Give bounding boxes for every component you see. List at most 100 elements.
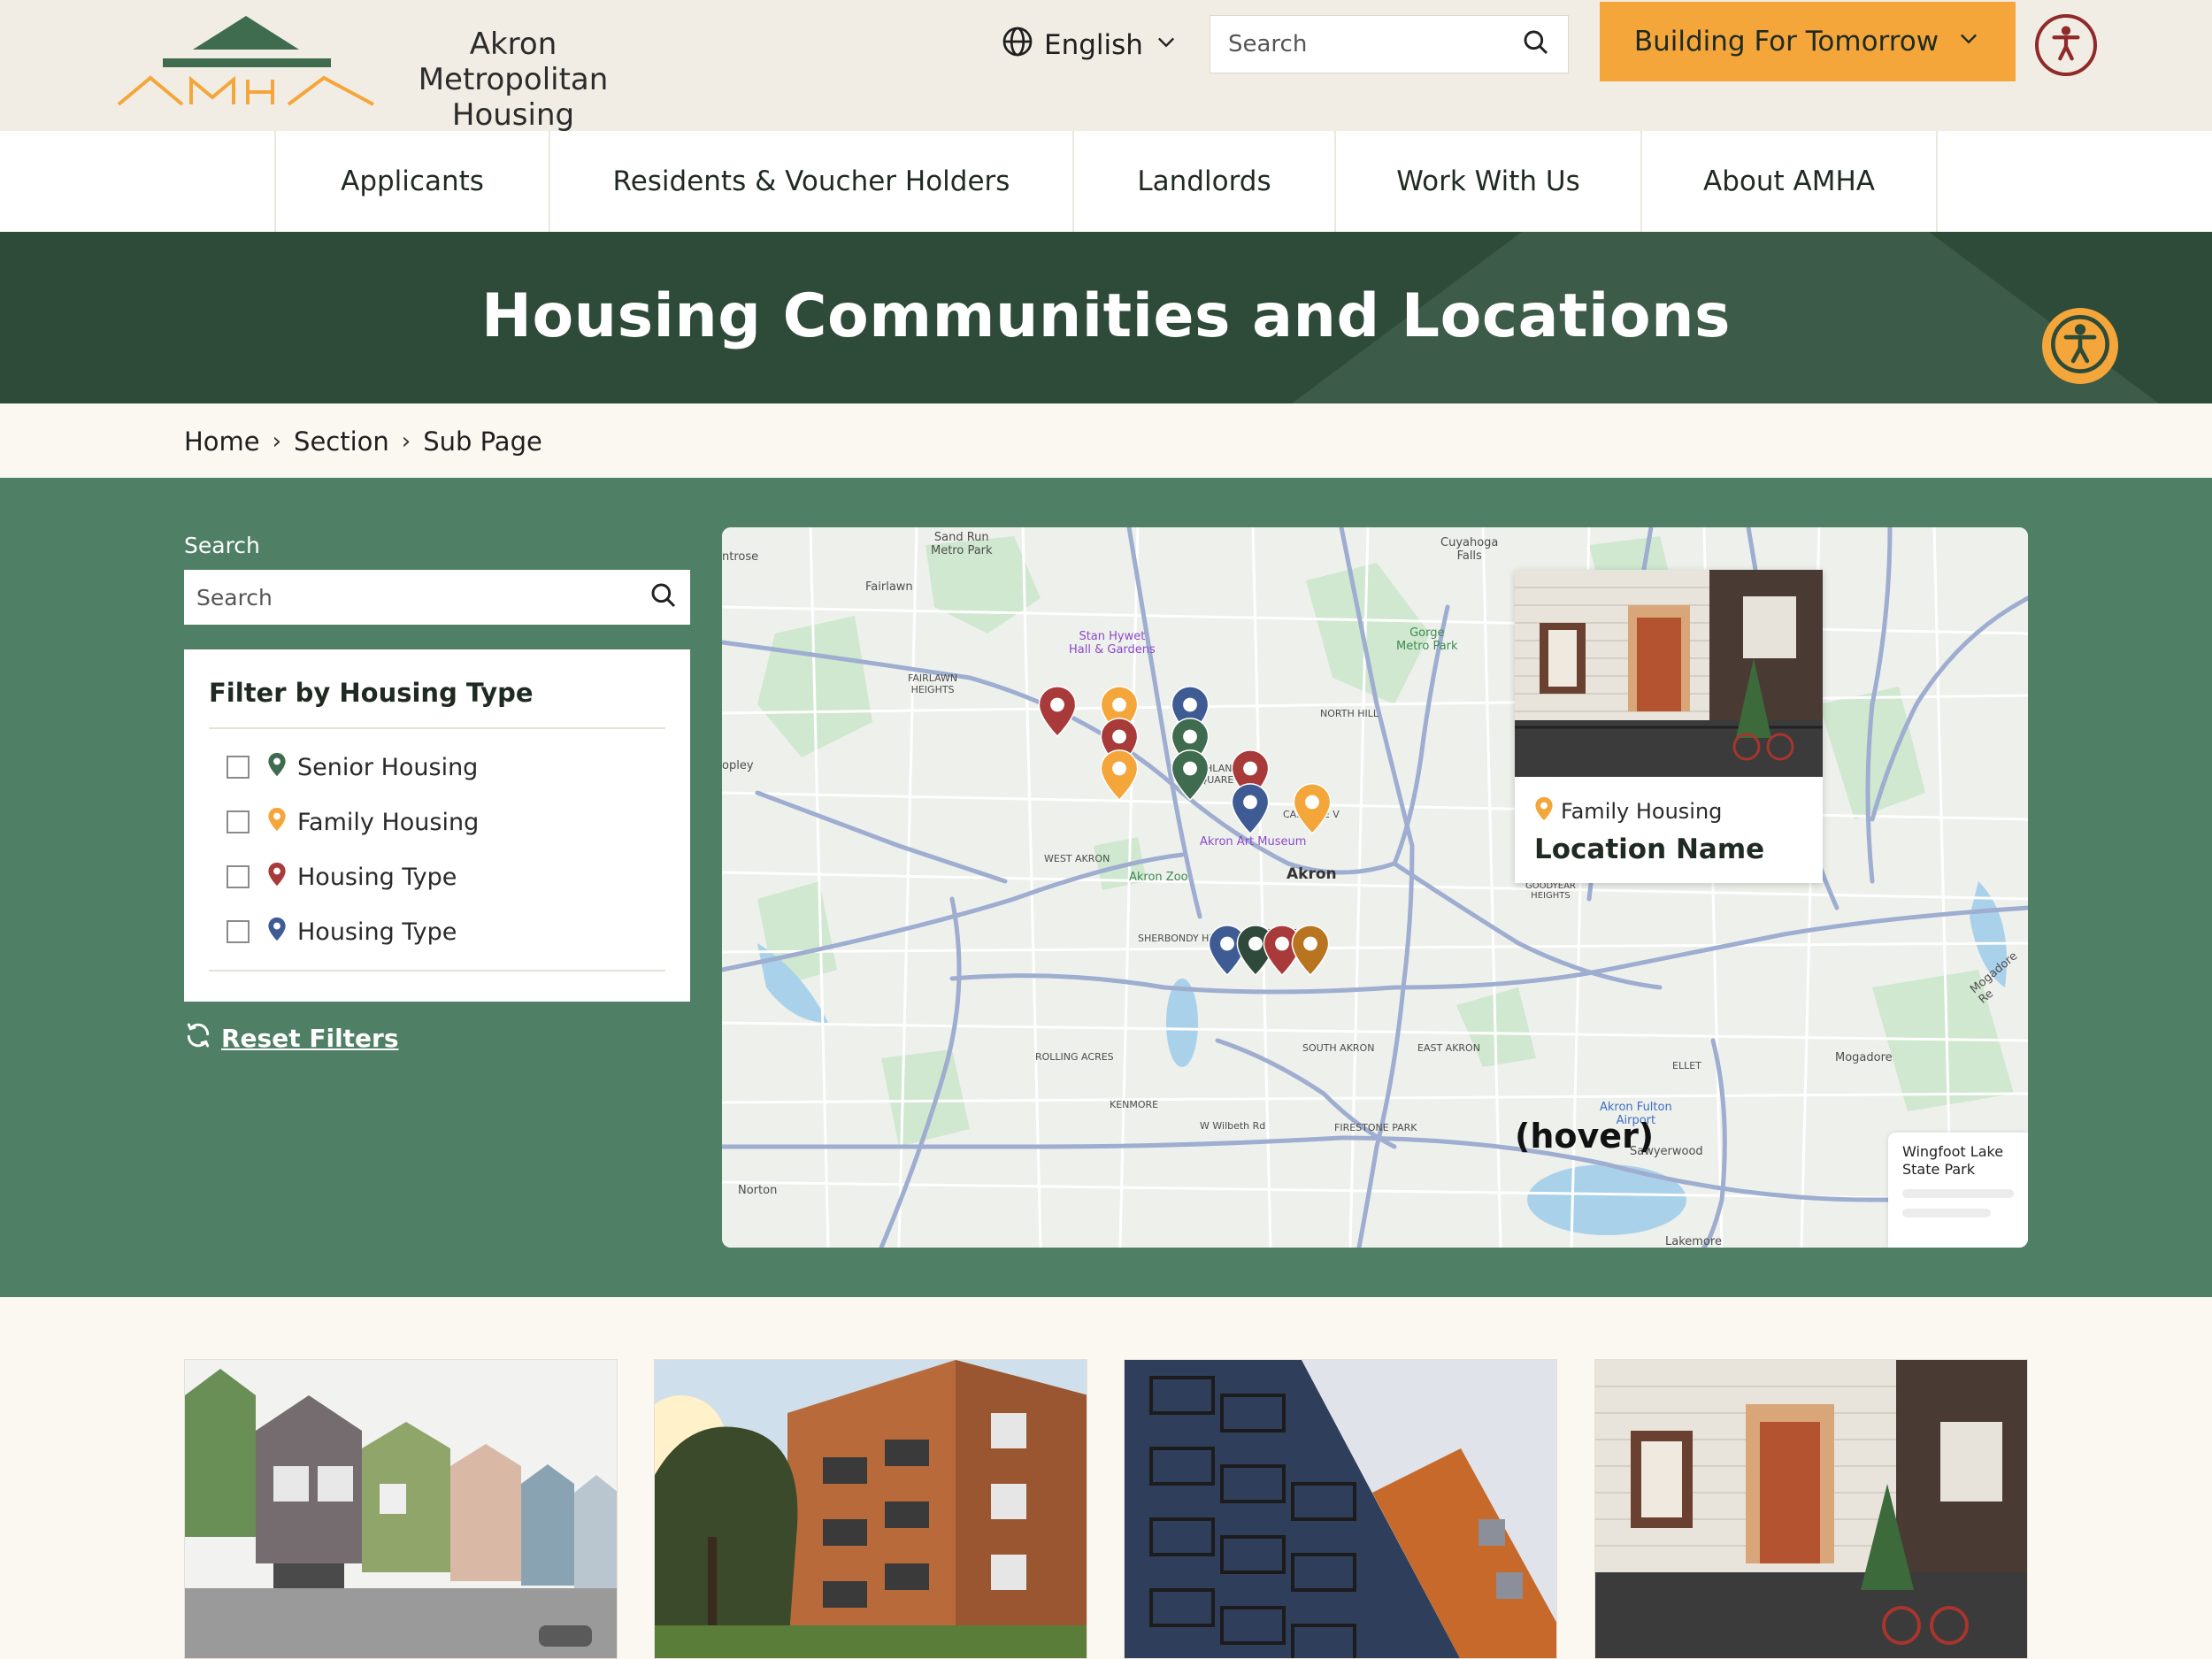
refresh-icon [184, 1021, 212, 1056]
housing-type-filter: Filter by Housing Type Senior Housing Fa… [184, 649, 690, 1002]
community-card[interactable] [1594, 1359, 2028, 1659]
map-label-sand-run: Sand Run Metro Park [931, 531, 993, 557]
search-label: Search [184, 533, 260, 558]
filter-housing-type-blue[interactable]: Housing Type [209, 904, 665, 959]
filter-checkbox[interactable] [227, 756, 250, 779]
map-label-art-museum: Akron Art Museum [1200, 835, 1307, 849]
location-photo [1515, 570, 1823, 777]
placeholder-line [1902, 1209, 1991, 1217]
map-label-akron-zoo: Akron Zoo [1129, 871, 1188, 884]
community-card[interactable] [654, 1359, 1087, 1659]
locations-map[interactable]: Sand Run Metro Park Cuyahoga Falls ntrose … [722, 527, 2028, 1248]
map-label-kenmore: KENMORE [1110, 1099, 1159, 1110]
map-label-gorge-metro-park: Gorge Metro Park [1396, 626, 1458, 653]
page-title: Housing Communities and Locations [481, 281, 1731, 351]
popup-housing-type: Family Housing [1534, 796, 1722, 826]
map-label-copley: opley [722, 759, 754, 772]
map-place-card[interactable]: Wingfoot Lake State Park [1888, 1133, 2028, 1248]
map-label-fairlawn: Fairlawn [865, 580, 913, 594]
map-pin-family-housing[interactable] [1292, 782, 1333, 835]
community-photo-townhomes [185, 1360, 617, 1658]
map-pin-housing-type-red[interactable] [1037, 685, 1078, 738]
main-nav: Applicants Residents & Voucher Holders L… [0, 131, 2212, 232]
filter-family-housing[interactable]: Family Housing [209, 795, 665, 849]
accessibility-button[interactable] [2035, 14, 2097, 76]
breadcrumb-section[interactable]: Section [294, 426, 389, 457]
community-photo-brownstone [1595, 1360, 2027, 1658]
map-label-south-akron: SOUTH AKRON [1302, 1042, 1375, 1054]
community-cards [184, 1359, 2028, 1659]
filter-senior-housing[interactable]: Senior Housing [209, 740, 665, 795]
breadcrumb-current: Sub Page [423, 426, 542, 457]
top-bar: Akron Metropolitan Housing Authority Eng… [0, 0, 2212, 168]
filter-housing-type-red[interactable]: Housing Type [209, 849, 665, 904]
filter-list: Senior Housing Family Housing Housing Ty… [209, 729, 665, 972]
map-label-north-hill: NORTH HILL [1320, 708, 1379, 719]
hover-annotation: (hover) [1515, 1117, 1655, 1156]
popup-type-label: Family Housing [1561, 799, 1723, 824]
map-label-goodyear-heights: GOODYEAR HEIGHTS [1525, 881, 1576, 901]
nav-item-work-with-us[interactable]: Work With Us [1336, 131, 1642, 232]
chevron-right-icon: › [401, 428, 411, 455]
filter-checkbox[interactable] [227, 865, 250, 888]
location-search-input[interactable] [196, 584, 649, 611]
location-popup[interactable]: Family Housing Location Name [1515, 570, 1823, 883]
map-label-stan-hywet: Stan Hywet Hall & Gardens [1069, 630, 1156, 657]
chevron-down-icon [1956, 26, 1981, 58]
map-label-wilbeth-rd: W Wilbeth Rd [1200, 1120, 1266, 1132]
locations-section: Search Filter by Housing Type Senior Hou… [0, 478, 2212, 1297]
filter-title: Filter by Housing Type [209, 649, 665, 729]
map-pin-icon [267, 862, 287, 893]
map-pin-icon [1534, 796, 1554, 826]
location-search [184, 570, 690, 625]
map-pin-icon [267, 752, 287, 783]
map-label-mogadore: Mogadore [1835, 1051, 1893, 1064]
filter-label: Housing Type [297, 918, 457, 946]
map-label-norton: Norton [738, 1184, 778, 1197]
header-search-input[interactable] [1228, 31, 1522, 58]
breadcrumb: Home › Section › Sub Page [184, 421, 542, 462]
filter-checkbox[interactable] [227, 810, 250, 833]
map-label-firestone-park: FIRESTONE PARK [1334, 1122, 1417, 1133]
reset-filters-button[interactable]: Reset Filters [184, 1021, 399, 1056]
map-pin-family-housing[interactable] [1099, 749, 1140, 802]
language-label: English [1044, 29, 1143, 61]
map-label-ellet: ELLET [1672, 1060, 1701, 1071]
community-card[interactable] [184, 1359, 618, 1659]
map-pin-icon [267, 807, 287, 838]
filter-label: Family Housing [297, 808, 480, 836]
nav-item-landlords[interactable]: Landlords [1074, 131, 1336, 232]
map-label-east-akron: EAST AKRON [1417, 1042, 1480, 1054]
search-icon[interactable] [1522, 28, 1550, 60]
map-label-akron: Akron [1286, 865, 1337, 883]
chevron-down-icon [1154, 29, 1179, 61]
map-pin-housing-type-blue[interactable] [1230, 782, 1271, 835]
nav-item-about[interactable]: About AMHA [1642, 131, 1938, 232]
page-hero: Housing Communities and Locations [0, 232, 2212, 403]
map-label-cuyahoga-falls: Cuyahoga Falls [1440, 536, 1499, 563]
filter-label: Housing Type [297, 863, 457, 891]
community-card[interactable] [1124, 1359, 1557, 1659]
cta-label: Building For Tomorrow [1633, 26, 1939, 58]
filter-checkbox[interactable] [227, 920, 250, 943]
building-for-tomorrow-button[interactable]: Building For Tomorrow [1600, 2, 2016, 81]
language-selector[interactable]: English [1002, 25, 1179, 65]
reset-filters-label: Reset Filters [221, 1024, 399, 1053]
map-pin-family-housing[interactable] [1290, 924, 1331, 977]
accessibility-icon [2046, 23, 2086, 67]
nav-item-residents[interactable]: Residents & Voucher Holders [550, 131, 1074, 232]
map-base [722, 527, 2028, 1248]
search-icon[interactable] [649, 581, 678, 613]
map-pin-senior-housing[interactable] [1170, 749, 1210, 802]
chevron-right-icon: › [272, 428, 282, 455]
accessibility-widget-button[interactable] [2042, 308, 2118, 384]
map-label-fairlawn-heights: FAIRLAWN HEIGHTS [908, 672, 958, 695]
community-photo-highrise [1125, 1360, 1556, 1658]
filter-label: Senior Housing [297, 753, 479, 781]
nav-item-applicants[interactable]: Applicants [276, 131, 550, 232]
breadcrumb-home[interactable]: Home [184, 426, 260, 457]
popup-location-name: Location Name [1534, 833, 1765, 865]
map-label-west-akron: WEST AKRON [1044, 853, 1110, 864]
amha-logo[interactable] [117, 12, 375, 110]
map-label-montrose: ntrose [722, 550, 759, 564]
